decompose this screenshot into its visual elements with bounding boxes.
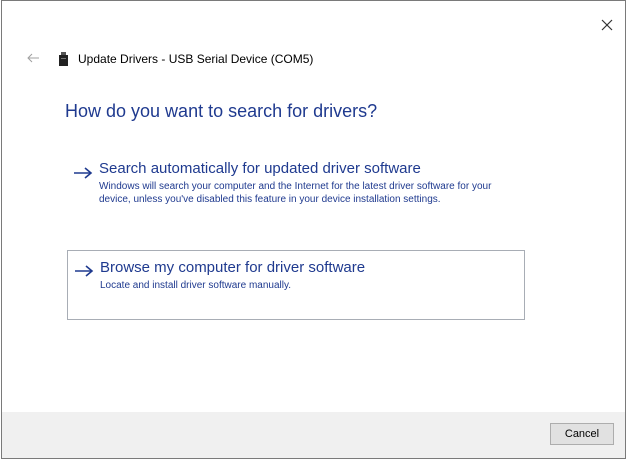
option-description: Locate and install driver software manua… — [100, 280, 292, 291]
search-automatically-option[interactable]: Search automatically for updated driver … — [67, 157, 525, 233]
cancel-button[interactable]: Cancel — [550, 423, 614, 445]
option-title: Browse my computer for driver software — [100, 259, 366, 276]
dialog-footer: Cancel — [2, 412, 625, 458]
close-button[interactable] — [599, 17, 615, 33]
back-button[interactable] — [26, 51, 40, 65]
page-heading: How do you want to search for drivers? — [65, 101, 378, 121]
wizard-title: Update Drivers - USB Serial Device (COM5… — [78, 52, 314, 66]
arrow-right-icon — [75, 265, 94, 277]
arrow-right-icon — [74, 167, 93, 179]
option-title: Search automatically for updated driver … — [99, 160, 421, 177]
back-arrow-icon — [27, 53, 39, 63]
browse-computer-option[interactable]: Browse my computer for driver software L… — [67, 250, 525, 320]
usb-device-icon — [58, 52, 69, 67]
option-description: Windows will search your computer and th… — [99, 181, 492, 205]
page: Update Drivers - USB Serial Device (COM5… — [0, 0, 641, 470]
update-drivers-dialog: Update Drivers - USB Serial Device (COM5… — [1, 0, 626, 459]
close-icon — [601, 19, 613, 31]
